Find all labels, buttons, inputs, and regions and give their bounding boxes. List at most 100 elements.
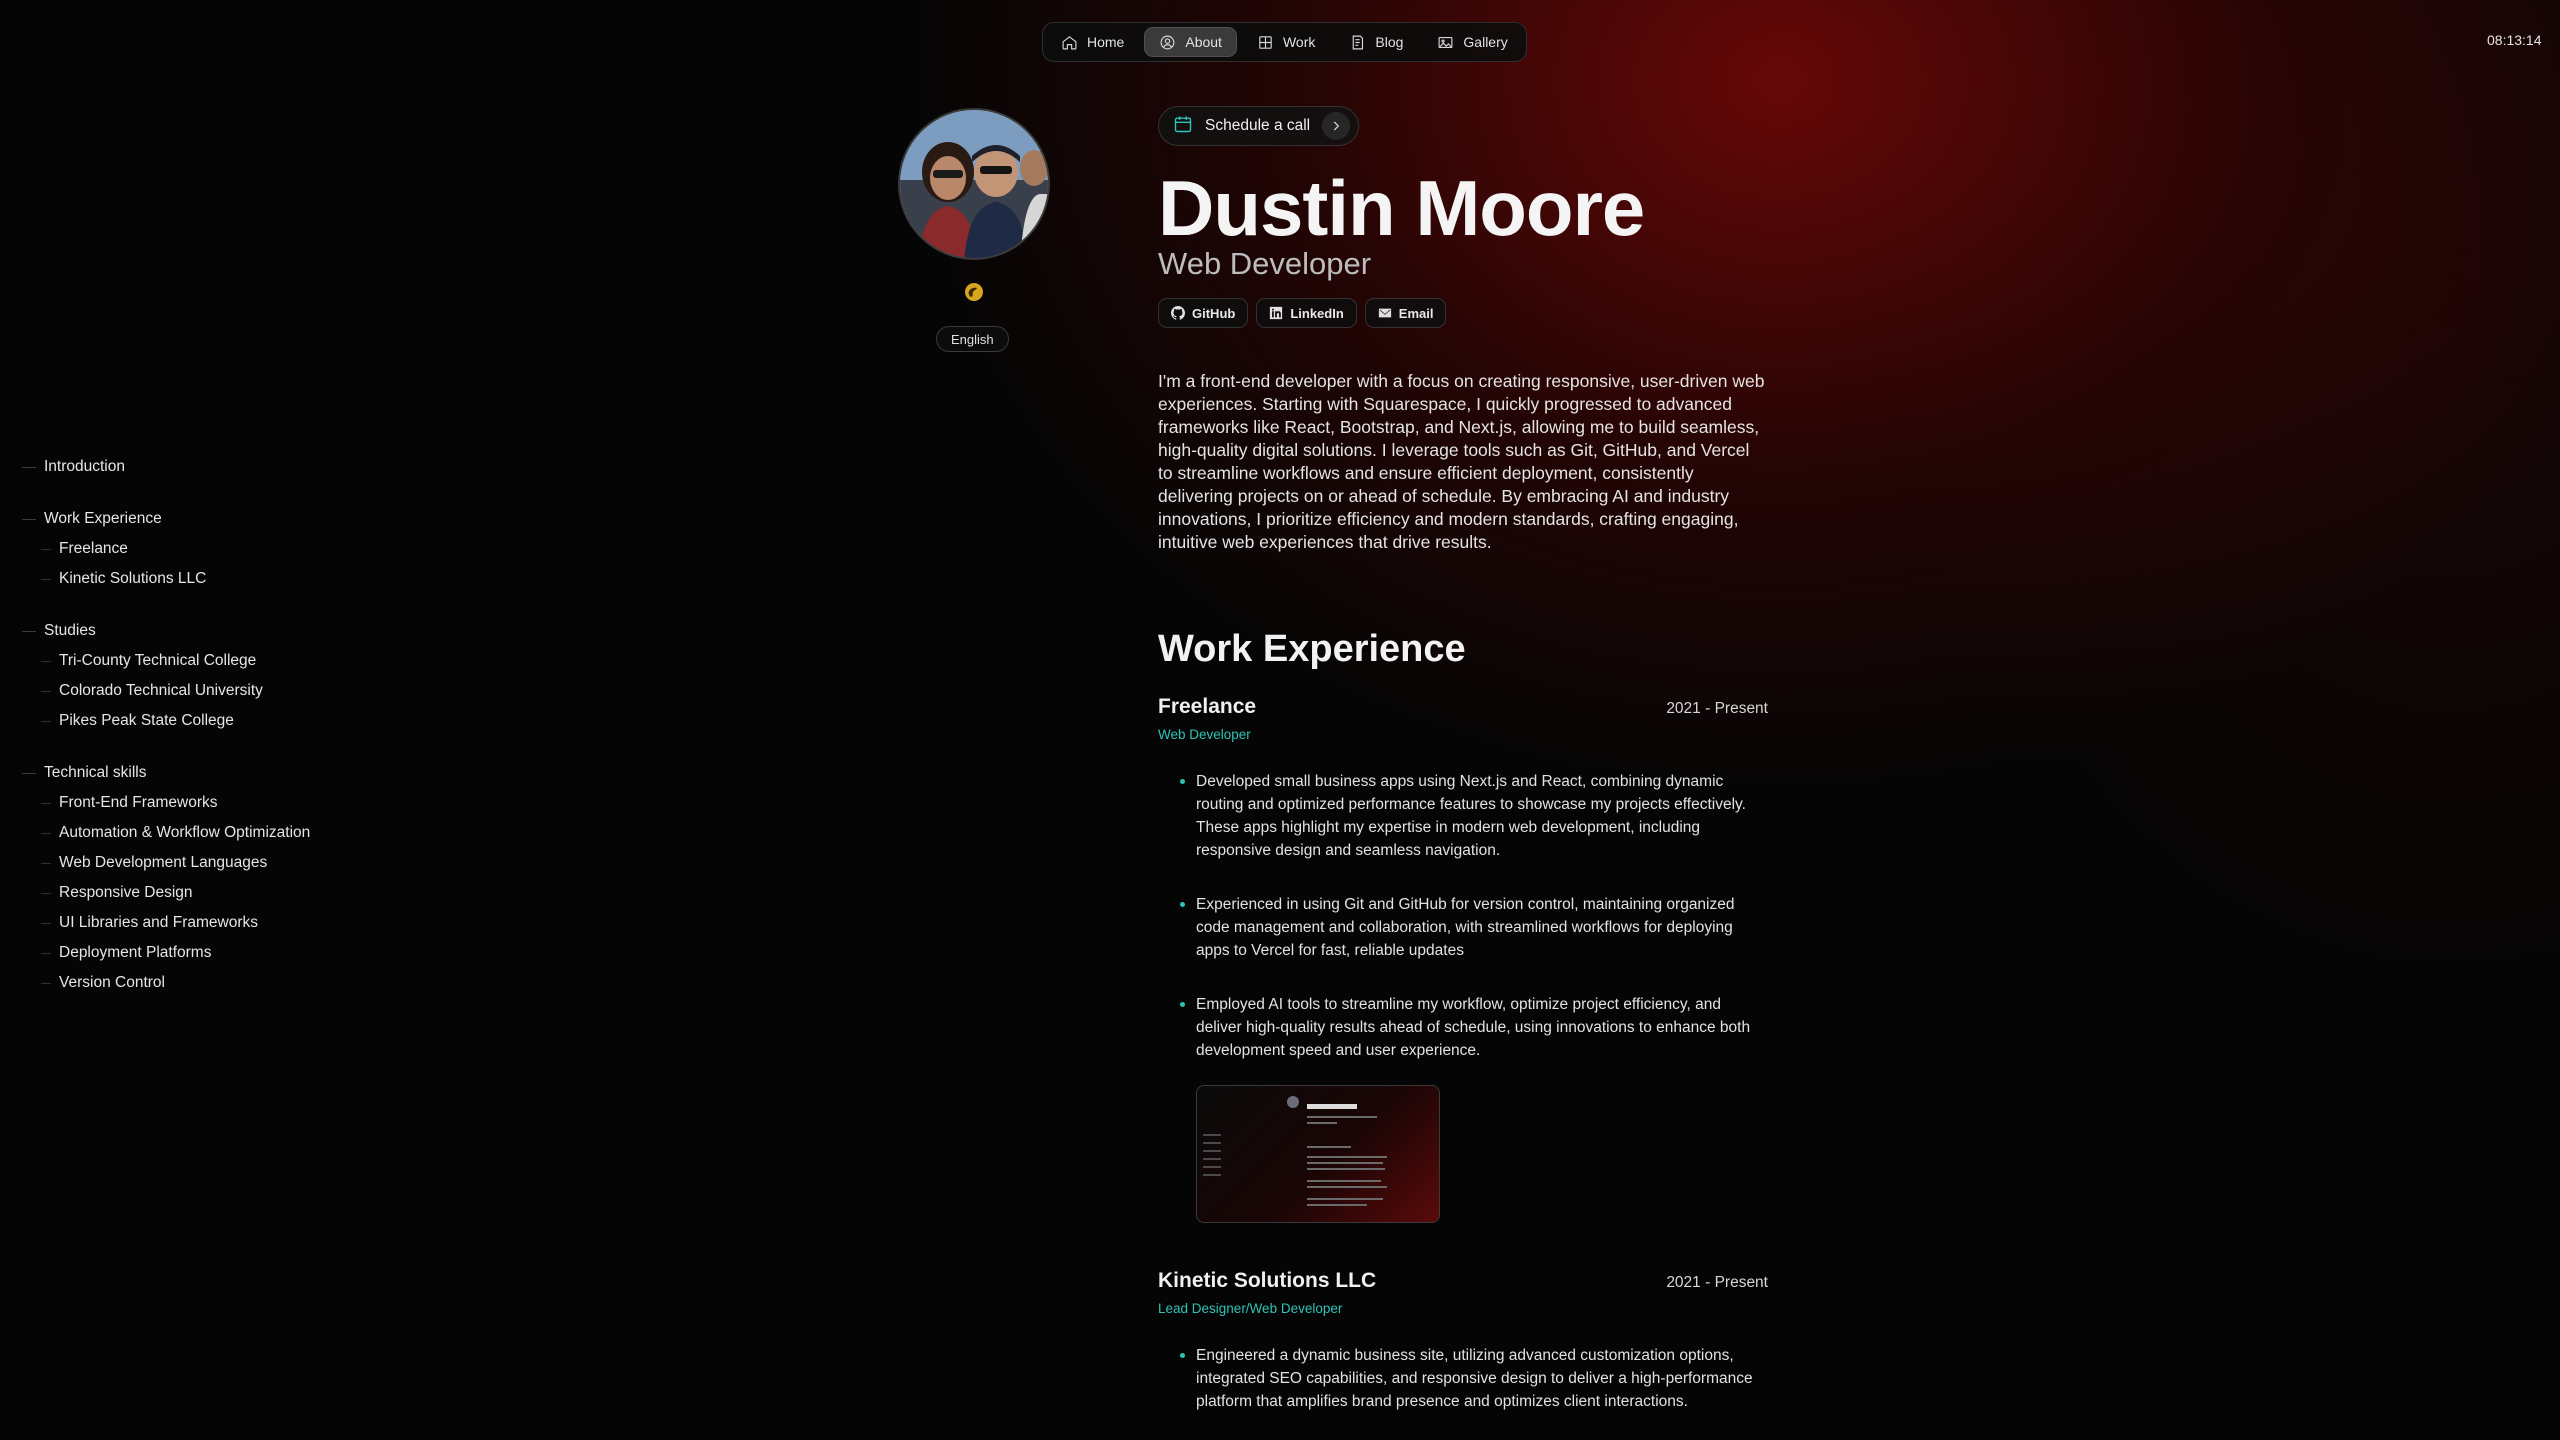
thumbnail-detail — [1203, 1142, 1221, 1144]
toc-label: UI Libraries and Frameworks — [59, 914, 258, 931]
thumbnail-detail — [1287, 1096, 1299, 1108]
toc-label: Front-End Frameworks — [59, 794, 218, 811]
thumbnail-detail — [1203, 1150, 1221, 1152]
chevron-right-icon — [1322, 112, 1351, 140]
toc-dash — [41, 548, 51, 550]
nav-gallery[interactable]: Gallery — [1423, 27, 1521, 57]
thumbnail-detail — [1307, 1162, 1383, 1164]
linkedin-icon — [1270, 306, 1283, 320]
nav-home[interactable]: Home — [1047, 27, 1138, 57]
toc-label: Responsive Design — [59, 884, 193, 901]
toc-item-introduction[interactable]: Introduction — [22, 452, 402, 482]
thumbnail-detail — [1307, 1168, 1385, 1170]
toc-item-deployment-platforms[interactable]: Deployment Platforms — [22, 938, 402, 968]
toc-label: Studies — [44, 622, 96, 639]
linkedin-link[interactable]: LinkedIn — [1256, 298, 1357, 328]
toc-item-work-experience[interactable]: Work Experience — [22, 504, 402, 534]
thumbnail-detail — [1307, 1198, 1383, 1200]
job-freelance: Freelance 2021 - Present Web Developer D… — [1158, 695, 1768, 1223]
toc-item-responsive-design[interactable]: Responsive Design — [22, 878, 402, 908]
nav-blog-label: Blog — [1375, 34, 1404, 50]
toc-dash — [41, 922, 51, 924]
thumbnail-detail — [1203, 1174, 1221, 1176]
job-bullets: Engineered a dynamic business site, util… — [1158, 1344, 1768, 1413]
toc-item-web-dev-languages[interactable]: Web Development Languages — [22, 848, 402, 878]
toc-item-ui-libraries[interactable]: UI Libraries and Frameworks — [22, 908, 402, 938]
language-selector[interactable]: English — [936, 326, 1009, 352]
avatar — [898, 108, 1050, 260]
toc-label: Version Control — [59, 974, 165, 991]
toc-item-colorado-tech[interactable]: Colorado Technical University — [22, 676, 402, 706]
toc-dash — [41, 862, 51, 864]
toc-group-studies: Studies Tri-County Technical College Col… — [22, 616, 402, 736]
language-globe-icon[interactable] — [964, 282, 984, 302]
job-company: Freelance — [1158, 695, 1257, 718]
thumbnail-detail — [1307, 1204, 1367, 1206]
github-label: GitHub — [1192, 305, 1236, 321]
toc-label: Technical skills — [44, 764, 147, 781]
thumbnail-detail — [1203, 1166, 1221, 1168]
github-icon — [1171, 306, 1185, 320]
linkedin-label: LinkedIn — [1290, 305, 1344, 321]
toc-item-front-end-frameworks[interactable]: Front-End Frameworks — [22, 788, 402, 818]
schedule-call-button[interactable]: Schedule a call — [1158, 106, 1360, 146]
thumbnail-detail — [1307, 1146, 1351, 1148]
toc-group-work-experience: Work Experience Freelance Kinetic Soluti… — [22, 504, 402, 594]
toc-item-technical-skills[interactable]: Technical skills — [22, 758, 402, 788]
table-of-contents: Introduction Work Experience Freelance K… — [22, 452, 402, 1020]
avatar-photo — [900, 110, 1048, 258]
toc-dash — [41, 952, 51, 954]
schedule-call-label: Schedule a call — [1205, 117, 1311, 134]
nav-work[interactable]: Work — [1243, 27, 1329, 57]
main-content: Schedule a call Dustin Moore Web Develop… — [1158, 106, 1768, 1440]
toc-dash — [22, 466, 36, 468]
nav-about[interactable]: About — [1144, 27, 1237, 57]
toc-dash — [41, 690, 51, 692]
toc-item-automation[interactable]: Automation & Workflow Optimization — [22, 818, 402, 848]
github-link[interactable]: GitHub — [1158, 298, 1249, 328]
nav-work-label: Work — [1282, 34, 1316, 50]
toc-item-tri-county[interactable]: Tri-County Technical College — [22, 646, 402, 676]
job-bullets: Developed small business apps using Next… — [1158, 770, 1768, 1062]
toc-label: Automation & Workflow Optimization — [59, 824, 311, 841]
home-icon — [1062, 35, 1077, 49]
profile-name: Dustin Moore — [1158, 164, 1645, 252]
list-item: Employed AI tools to streamline my workf… — [1180, 993, 1768, 1062]
toc-label: Introduction — [44, 458, 125, 475]
toc-item-pikes-peak[interactable]: Pikes Peak State College — [22, 706, 402, 736]
list-item: Engineered a dynamic business site, util… — [1180, 1344, 1768, 1413]
thumbnail-detail — [1307, 1180, 1381, 1182]
top-nav: Home About Work Blog Gallery — [1042, 22, 1527, 62]
calendar-icon — [1173, 114, 1193, 139]
email-link[interactable]: Email — [1364, 298, 1447, 328]
toc-group-technical-skills: Technical skills Front-End Frameworks Au… — [22, 758, 402, 998]
nav-gallery-label: Gallery — [1463, 34, 1508, 50]
thumbnail-detail — [1203, 1158, 1221, 1160]
toc-dash — [41, 982, 51, 984]
work-experience-heading: Work Experience — [1158, 628, 1466, 670]
nav-blog[interactable]: Blog — [1335, 27, 1417, 57]
job-dates: 2021 - Present — [1666, 1274, 1768, 1291]
toc-dash — [22, 630, 36, 632]
toc-item-kinetic-solutions[interactable]: Kinetic Solutions LLC — [22, 564, 402, 594]
email-label: Email — [1398, 305, 1434, 321]
project-screenshot-thumbnail[interactable] — [1196, 1085, 1440, 1223]
nav-home-label: Home — [1087, 34, 1125, 50]
intro-paragraph: I'm a front-end developer with a focus o… — [1158, 371, 1765, 552]
toc-dash — [41, 832, 51, 834]
list-item: Developed small business apps using Next… — [1180, 770, 1768, 862]
job-dates: 2021 - Present — [1666, 700, 1768, 717]
job-title: Lead Designer/Web Developer — [1158, 1301, 1343, 1316]
toc-label: Colorado Technical University — [59, 682, 263, 699]
toc-item-studies[interactable]: Studies — [22, 616, 402, 646]
toc-label: Web Development Languages — [59, 854, 268, 871]
toc-group-introduction: Introduction — [22, 452, 402, 482]
toc-item-freelance[interactable]: Freelance — [22, 534, 402, 564]
toc-label: Deployment Platforms — [59, 944, 212, 961]
list-item: Experienced in using Git and GitHub for … — [1180, 893, 1768, 962]
person-icon — [1160, 35, 1175, 49]
toc-dash — [41, 892, 51, 894]
toc-item-version-control[interactable]: Version Control — [22, 968, 402, 998]
job-kinetic-solutions: Kinetic Solutions LLC 2021 - Present Lea… — [1158, 1269, 1768, 1413]
job-title: Web Developer — [1158, 727, 1251, 742]
